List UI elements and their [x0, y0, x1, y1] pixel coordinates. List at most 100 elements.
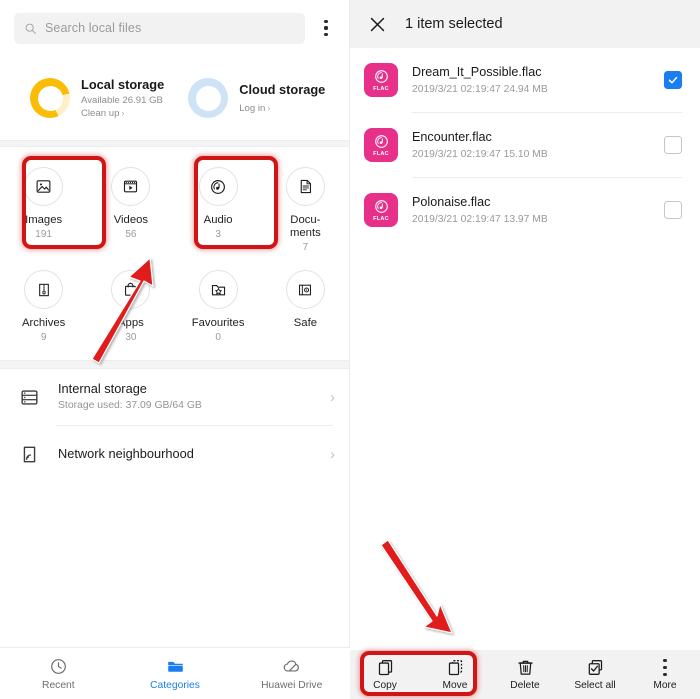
close-x-icon[interactable] [368, 15, 387, 34]
category-label: Images [25, 214, 63, 226]
file-text: Encounter.flac 2019/3/21 02:19:47 15.10 … [412, 129, 650, 162]
list-item-network-neighbourhood[interactable]: Network neighbourhood › [0, 426, 349, 482]
cloud-storage-title: Cloud storage [239, 81, 326, 97]
nav-label: Categories [150, 679, 200, 691]
category-count: 56 [125, 229, 137, 240]
category-audio[interactable]: Audio 3 [175, 161, 262, 254]
category-label: Favourites [191, 317, 245, 329]
file-text: Polonaise.flac 2019/3/21 02:19:47 13.97 … [412, 194, 650, 227]
category-count: 0 [215, 332, 221, 343]
list-item-internal-storage[interactable]: Internal storage Storage used: 37.09 GB/… [0, 369, 349, 425]
category-grid: Images 191 Videos 56 Audio 3 Docu- ments… [0, 147, 349, 360]
action-move[interactable]: Move [420, 658, 490, 691]
category-count: 3 [215, 229, 221, 240]
audio-file-selection-panel: 1 item selected FLAC Dream_It_Possible.f… [350, 0, 700, 699]
list-item-text: Network neighbourhood [58, 446, 314, 462]
local-storage-text: Local storage Available 26.91 GB Clean u… [81, 77, 164, 120]
flac-file-icon: FLAC [364, 128, 398, 162]
video-icon [111, 167, 151, 206]
file-name: Encounter.flac [412, 129, 492, 144]
category-videos[interactable]: Videos 56 [87, 161, 174, 254]
category-images[interactable]: Images 191 [0, 161, 87, 254]
image-icon [24, 167, 64, 206]
check-icon [668, 76, 678, 84]
action-label: Copy [373, 680, 397, 691]
list-item-subtitle: Storage used: 37.09 GB/64 GB [58, 400, 202, 411]
favourites-star-folder-icon [198, 270, 238, 309]
cloud-storage-text: Cloud storage Log in › [239, 82, 325, 115]
file-checkbox[interactable] [664, 71, 682, 89]
category-label: Archives [21, 317, 66, 329]
file-row[interactable]: FLAC Polonaise.flac 2019/3/21 02:19:47 1… [350, 178, 700, 242]
internal-storage-icon [16, 387, 42, 408]
nav-item-huawei-drive[interactable]: Huawei Drive [233, 657, 350, 691]
chevron-right-icon: › [267, 102, 271, 113]
file-name: Polonaise.flac [412, 194, 491, 209]
action-copy[interactable]: Copy [350, 658, 420, 691]
category-count: 191 [35, 229, 52, 240]
flac-badge-label: FLAC [373, 151, 389, 157]
category-label: Safe [293, 317, 317, 329]
move-icon [448, 660, 462, 676]
category-count: 9 [40, 332, 47, 343]
trash-icon [517, 660, 533, 675]
cloud-drive-icon [283, 660, 300, 672]
cloud-storage-card[interactable]: Cloud storage Log in › [188, 78, 325, 118]
category-label: Audio [203, 214, 233, 226]
dot [324, 33, 328, 37]
cloud-storage-ring-icon [188, 78, 229, 118]
kebab-menu-icon [654, 658, 676, 677]
category-count: 7 [302, 242, 309, 253]
category-archives[interactable]: Archives 9 [0, 264, 87, 348]
category-documents[interactable]: Docu- ments 7 [262, 161, 349, 254]
category-label: Apps [118, 317, 144, 329]
search-input[interactable]: Search local files [14, 12, 305, 44]
nav-item-recent[interactable]: Recent [0, 657, 117, 691]
safe-box-icon [285, 270, 325, 309]
action-more[interactable]: More [630, 658, 700, 691]
flac-file-icon: FLAC [364, 63, 398, 97]
action-label: Select all [574, 680, 616, 691]
nav-item-categories[interactable]: Categories [117, 657, 234, 691]
dot [663, 665, 667, 670]
login-label: Log in [239, 102, 266, 114]
file-name: Dream_It_Possible.flac [412, 64, 542, 79]
action-label: More [653, 680, 677, 691]
selection-header: 1 item selected [350, 0, 700, 48]
cloud-storage-login-link[interactable]: Log in › [239, 102, 325, 115]
action-select-all[interactable]: Select all [560, 658, 630, 691]
kebab-menu-icon[interactable] [315, 13, 337, 43]
search-placeholder: Search local files [45, 21, 142, 35]
list-item-text: Internal storage Storage used: 37.09 GB/… [58, 381, 314, 413]
file-row[interactable]: FLAC Encounter.flac 2019/3/21 02:19:47 1… [350, 113, 700, 177]
flac-badge-label: FLAC [373, 216, 389, 222]
action-delete[interactable]: Delete [490, 658, 560, 691]
category-apps[interactable]: Apps 30 [87, 264, 174, 348]
bottom-navigation-bar: Recent Categories Huawei Drive [0, 647, 350, 699]
network-neighbourhood-icon [16, 444, 42, 465]
file-checkbox[interactable] [664, 201, 682, 219]
file-meta: 2019/3/21 02:19:47 24.94 MB [412, 83, 548, 95]
category-count: 30 [125, 332, 137, 343]
list-item-title: Internal storage [58, 381, 147, 396]
category-safe[interactable]: Safe [262, 264, 349, 348]
local-storage-ring-icon [30, 78, 70, 118]
category-favourites[interactable]: Favourites 0 [175, 264, 262, 348]
dot [324, 26, 328, 30]
selection-count-title: 1 item selected [405, 16, 503, 32]
folder-icon [167, 661, 183, 672]
apps-bag-icon [111, 270, 151, 309]
flac-badge-label: FLAC [373, 86, 389, 92]
screenshot-root: Search local files Local storage Availab… [0, 0, 700, 699]
local-storage-card[interactable]: Local storage Available 26.91 GB Clean u… [30, 77, 164, 120]
file-row[interactable]: FLAC Dream_It_Possible.flac 2019/3/21 02… [350, 48, 700, 112]
search-row: Search local files [0, 0, 349, 56]
local-storage-cleanup-link[interactable]: Clean up › [81, 107, 164, 120]
dot [663, 672, 667, 676]
file-meta: 2019/3/21 02:19:47 13.97 MB [412, 213, 548, 225]
section-divider [0, 360, 349, 369]
file-checkbox[interactable] [664, 136, 682, 154]
list-item-title: Network neighbourhood [58, 446, 194, 461]
selection-action-bar: Copy Move Delete Select all More [350, 650, 700, 699]
local-storage-available: Available 26.91 GB [81, 94, 163, 106]
